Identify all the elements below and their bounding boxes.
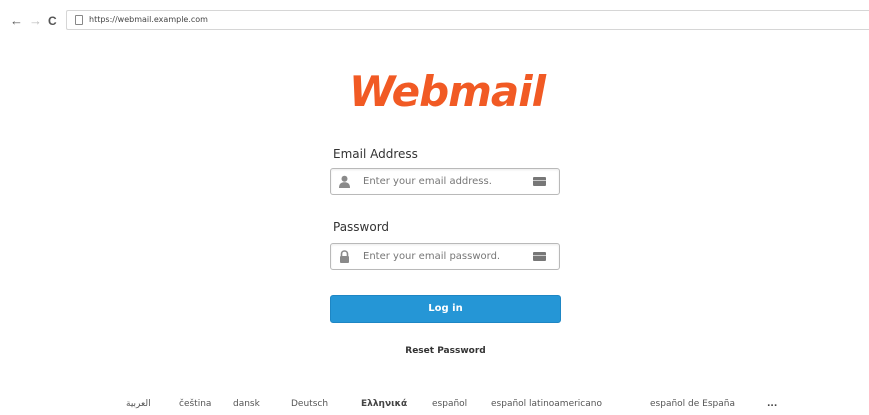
language-arabic[interactable]: العربية <box>126 399 151 409</box>
password-field[interactable] <box>330 243 560 270</box>
reload-icon[interactable]: C <box>48 14 57 28</box>
url-text: https://webmail.example.com <box>89 15 208 24</box>
language-czech[interactable]: čeština <box>179 399 211 409</box>
lock-icon <box>340 250 349 263</box>
password-input[interactable] <box>363 246 523 267</box>
card-icon <box>533 177 546 186</box>
reset-password-link[interactable]: Reset Password <box>330 346 561 356</box>
language-german[interactable]: Deutsch <box>291 399 328 409</box>
page-icon <box>75 15 83 25</box>
user-icon <box>339 175 350 188</box>
password-label: Password <box>333 220 390 234</box>
language-spanish-latam[interactable]: español latinoamericano <box>491 399 602 409</box>
language-bar: العربية čeština dansk Deutsch Ελληνικά e… <box>0 399 869 415</box>
email-input[interactable] <box>363 171 523 192</box>
forward-arrow-icon[interactable]: → <box>29 14 42 28</box>
email-field[interactable] <box>330 168 560 195</box>
email-label: Email Address <box>333 147 418 161</box>
back-arrow-icon[interactable]: ← <box>10 14 23 28</box>
language-spanish[interactable]: español <box>432 399 467 409</box>
card-icon <box>533 252 546 261</box>
login-button[interactable]: Log in <box>330 295 561 323</box>
address-bar[interactable]: https://webmail.example.com <box>66 10 869 30</box>
language-danish[interactable]: dansk <box>233 399 260 409</box>
webmail-logo: Webmail <box>349 67 548 116</box>
logo-text: Webmail <box>349 67 547 116</box>
language-spanish-spain[interactable]: español de España <box>650 399 735 409</box>
more-languages-link[interactable]: ... <box>767 399 777 409</box>
language-greek[interactable]: Ελληνικά <box>361 399 407 409</box>
browser-toolbar: ← → C https://webmail.example.com <box>0 0 869 38</box>
